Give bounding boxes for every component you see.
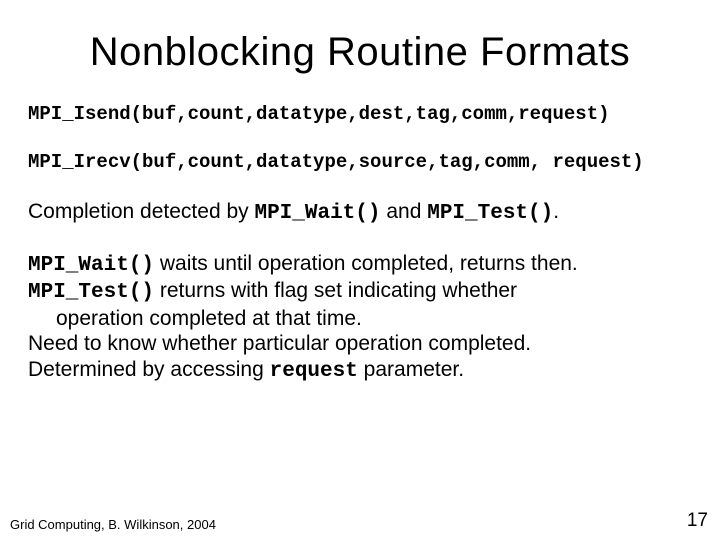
body-paragraph: MPI_Wait() waits until operation complet…	[28, 251, 692, 385]
code-irecv: MPI_Irecv(buf,count,datatype,source,tag,…	[28, 151, 692, 173]
body-l2-text: returns with flag set indicating whether	[154, 279, 517, 302]
completion-mid: and	[381, 200, 428, 223]
fn-mpi-wait: MPI_Wait()	[254, 202, 380, 225]
fn-mpi-test-2: MPI_Test()	[28, 281, 154, 304]
slide: Nonblocking Routine Formats MPI_Isend(bu…	[0, 0, 720, 540]
body-line-2: MPI_Test() returns with flag set indicat…	[28, 278, 692, 306]
body-l5-prefix: Determined by accessing	[28, 358, 270, 381]
body-line-5: Determined by accessing request paramete…	[28, 357, 692, 385]
completion-prefix: Completion detected by	[28, 200, 254, 223]
completion-suffix: .	[553, 200, 559, 223]
body-line-1: MPI_Wait() waits until operation complet…	[28, 251, 692, 279]
param-request: request	[270, 360, 358, 383]
body-l1-text: waits until operation completed, returns…	[154, 252, 578, 275]
code-isend: MPI_Isend(buf,count,datatype,dest,tag,co…	[28, 103, 692, 125]
body-l5-suffix: parameter.	[358, 358, 464, 381]
fn-mpi-test: MPI_Test()	[427, 202, 553, 225]
body-line-4: Need to know whether particular operatio…	[28, 331, 692, 357]
slide-title: Nonblocking Routine Formats	[28, 30, 692, 75]
fn-mpi-wait-2: MPI_Wait()	[28, 254, 154, 277]
completion-paragraph: Completion detected by MPI_Wait() and MP…	[28, 199, 692, 227]
footer-source: Grid Computing, B. Wilkinson, 2004	[10, 517, 216, 532]
body-line-3: operation completed at that time.	[28, 306, 692, 332]
slide-number: 17	[687, 510, 708, 532]
